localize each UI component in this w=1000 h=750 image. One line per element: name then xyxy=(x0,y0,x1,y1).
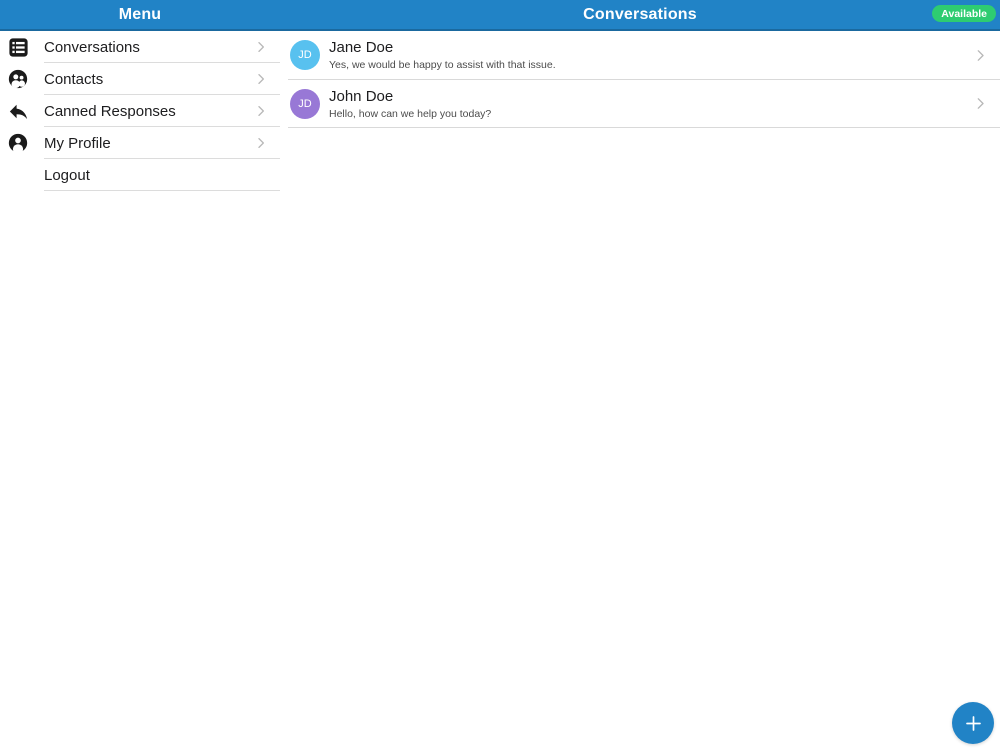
chevron-right-icon xyxy=(254,40,268,54)
sidebar-item-logout[interactable]: Logout xyxy=(0,159,280,191)
conversation-preview: Yes, we would be happy to assist with th… xyxy=(329,59,556,72)
sidebar-item-canned-responses[interactable]: Canned Responses xyxy=(0,95,280,127)
sidebar-item-label: Canned Responses xyxy=(44,102,176,120)
sidebar-item-contacts[interactable]: Contacts xyxy=(0,63,280,95)
list-icon xyxy=(9,37,28,57)
menu-pane-title: Menu xyxy=(118,5,162,23)
chevron-right-icon xyxy=(254,104,268,118)
chevron-right-icon xyxy=(258,137,264,149)
conversation-name: Jane Doe xyxy=(329,39,394,57)
conversations-pane-title: Conversations xyxy=(583,5,697,23)
avatar: JD xyxy=(290,40,320,71)
chevron-right-icon xyxy=(258,41,264,53)
chevron-right-icon xyxy=(977,98,984,110)
reply-arrow-icon xyxy=(9,104,28,119)
sidebar-item-label: My Profile xyxy=(44,134,111,152)
conversation-row[interactable]: JD Jane Doe Yes, we would be happy to as… xyxy=(280,31,1000,80)
person-icon xyxy=(8,133,28,153)
chevron-right-icon xyxy=(977,49,984,61)
conversation-row[interactable]: JD John Doe Hello, how can we help you t… xyxy=(280,79,1000,128)
chevron-right-icon xyxy=(973,96,988,111)
chevron-right-icon xyxy=(973,48,988,63)
conversation-list: JD Jane Doe Yes, we would be happy to as… xyxy=(280,31,1000,128)
sidebar-item-conversations[interactable]: Conversations xyxy=(0,31,280,63)
avatar: JD xyxy=(290,88,320,119)
sidebar-menu: Conversations Contacts Canned Responses … xyxy=(0,31,280,191)
sidebar-item-label: Logout xyxy=(44,166,90,184)
chevron-right-icon xyxy=(258,105,264,117)
people-icon xyxy=(8,69,28,89)
chevron-right-icon xyxy=(258,73,264,85)
chevron-right-icon xyxy=(254,136,268,150)
chevron-right-icon xyxy=(254,72,268,86)
availability-badge[interactable]: Available xyxy=(932,5,996,22)
conversation-preview: Hello, how can we help you today? xyxy=(329,107,492,120)
sidebar-item-label: Conversations xyxy=(44,38,140,56)
sidebar-item-label: Contacts xyxy=(44,70,104,88)
new-conversation-fab-button[interactable] xyxy=(952,702,994,744)
conversation-name: John Doe xyxy=(329,87,394,105)
sidebar-item-my-profile[interactable]: My Profile xyxy=(0,127,280,159)
app-header: Menu Conversations Available xyxy=(0,0,1000,31)
plus-icon xyxy=(965,715,981,731)
